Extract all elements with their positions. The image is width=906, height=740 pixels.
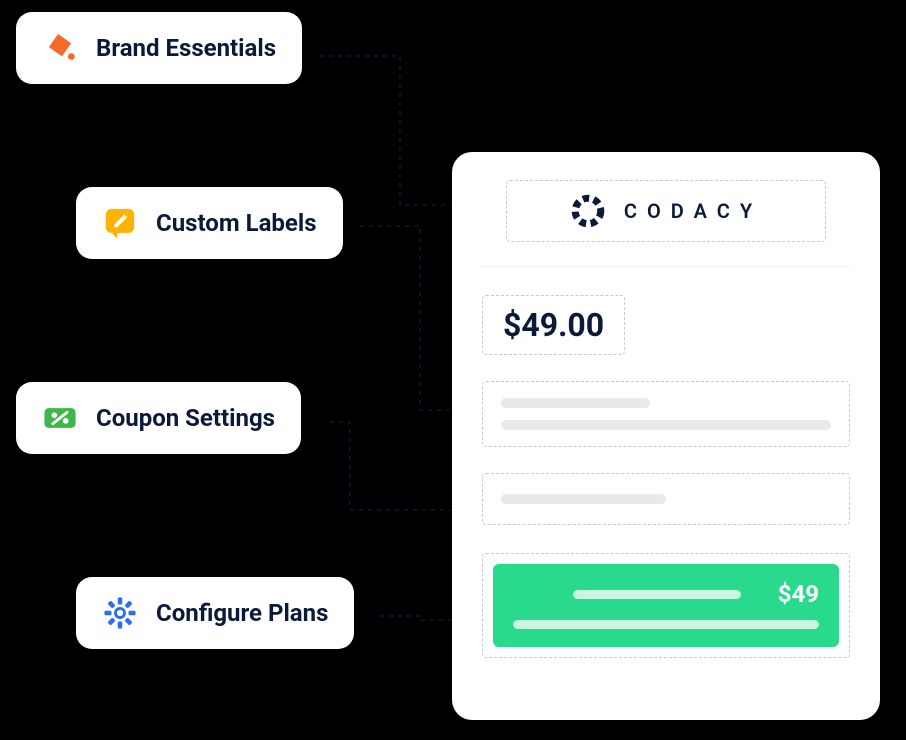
label-field-slot [482, 381, 850, 447]
coupon-field-slot [482, 473, 850, 525]
brand-essentials-label: Brand Essentials [96, 34, 276, 62]
configure-plans-card[interactable]: Configure Plans [76, 577, 354, 649]
percent-ticket-icon [42, 400, 78, 436]
placeholder-bar [513, 620, 819, 629]
coupon-settings-label: Coupon Settings [96, 404, 275, 432]
custom-labels-label: Custom Labels [156, 209, 317, 237]
gear-icon [102, 595, 138, 631]
paint-bucket-icon [42, 30, 78, 66]
configure-plans-label: Configure Plans [156, 599, 328, 627]
custom-labels-card[interactable]: Custom Labels [76, 187, 343, 259]
brand-essentials-card[interactable]: Brand Essentials [16, 12, 302, 84]
checkout-button[interactable]: $49 [493, 564, 839, 647]
brand-logo-slot: CODACY [506, 180, 826, 242]
panel-divider [482, 266, 850, 267]
placeholder-bar [501, 398, 650, 408]
checkout-preview-panel: CODACY $49.00 $49 [452, 152, 880, 720]
placeholder-bar [501, 420, 831, 430]
price-display: $49.00 [482, 295, 625, 355]
cta-price: $49 [778, 580, 819, 608]
coupon-settings-card[interactable]: Coupon Settings [16, 382, 301, 454]
brand-name: CODACY [624, 199, 762, 223]
brand-logo-icon [570, 193, 606, 229]
plan-cta-slot: $49 [482, 553, 850, 658]
placeholder-bar [501, 494, 666, 504]
edit-label-icon [102, 205, 138, 241]
placeholder-bar [573, 590, 741, 599]
